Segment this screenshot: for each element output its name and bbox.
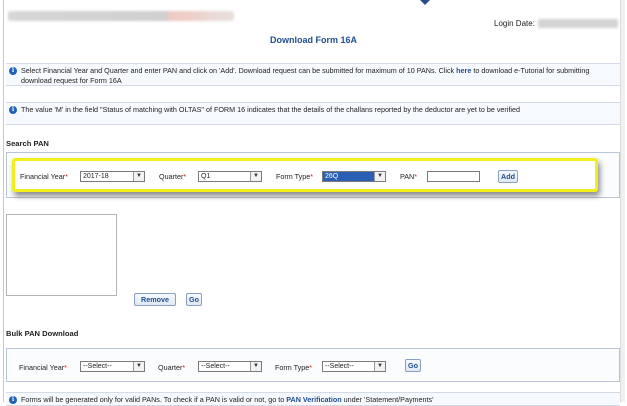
pan-listbox[interactable]	[6, 214, 117, 296]
bulk-quarter-label: Quarter*	[158, 363, 186, 372]
chevron-down-icon: ▼	[133, 362, 144, 371]
add-button[interactable]: Add	[498, 170, 518, 183]
select-value: 26Q	[325, 173, 339, 180]
info-message-text: The value 'M' in the field "Status of ma…	[21, 105, 520, 114]
remove-button[interactable]: Remove	[134, 293, 176, 306]
bulk-form-type-label: Form Type*	[275, 363, 313, 372]
bulk-financial-year-label: Financial Year*	[19, 363, 67, 372]
select-value: --Select--	[83, 363, 112, 370]
info-message-text: Select Financial Year and Quarter and en…	[21, 66, 612, 86]
select-value: Q1	[201, 173, 211, 180]
window-frame	[3, 0, 625, 402]
form-type-select[interactable]: 26Q ▼	[322, 171, 386, 182]
chevron-down-icon: ▼	[133, 172, 144, 181]
bulk-go-button[interactable]: Go	[405, 359, 421, 372]
chevron-down-icon: ▼	[374, 172, 385, 181]
select-value: 2017-18	[83, 173, 109, 180]
bulk-quarter-select[interactable]: --Select-- ▼	[198, 361, 262, 372]
caret-down-icon	[420, 0, 430, 5]
info-icon: i	[9, 67, 17, 75]
chevron-down-icon: ▼	[250, 362, 261, 371]
info-message-pan-verification: i Forms will be generated only for valid…	[6, 392, 620, 406]
login-date-redacted	[538, 19, 618, 28]
label-text: Form Type	[275, 363, 310, 372]
select-value: --Select--	[201, 363, 230, 370]
label-text: Quarter	[159, 172, 184, 181]
label-text: Form Type	[276, 172, 311, 181]
chevron-down-icon: ▼	[374, 362, 385, 371]
go-button[interactable]: Go	[186, 293, 202, 306]
info-icon: i	[9, 396, 17, 404]
organization-name-redacted	[8, 11, 234, 21]
info-text-part: Forms will be generated only for valid P…	[21, 395, 287, 404]
info-text-part: Select Financial Year and Quarter and en…	[21, 66, 457, 75]
chevron-down-icon: ▼	[250, 172, 261, 181]
pan-input[interactable]	[427, 171, 480, 182]
label-text: Financial Year	[20, 172, 66, 181]
page-title: Download Form 16A	[269, 35, 357, 45]
pan-verification-link[interactable]: PAN Verification	[286, 395, 341, 404]
label-text: PAN	[400, 172, 415, 181]
bulk-pan-panel: Financial Year* --Select-- ▼ Quarter* --S…	[6, 348, 620, 382]
form-type-label: Form Type*	[276, 172, 314, 181]
login-date-label: Login Date:	[494, 19, 535, 28]
financial-year-label: Financial Year*	[20, 172, 68, 181]
search-pan-title: Search PAN	[6, 139, 49, 148]
scrollbar[interactable]	[620, 0, 625, 402]
quarter-label: Quarter*	[159, 172, 187, 181]
info-icon: i	[9, 106, 17, 114]
search-pan-highlight: Financial Year* 2017-18 ▼ Quarter* Q1 ▼ Fo…	[12, 158, 598, 192]
bulk-pan-title: Bulk PAN Download	[6, 329, 79, 338]
bulk-form-type-select[interactable]: --Select-- ▼	[322, 361, 386, 372]
here-link[interactable]: here	[456, 66, 471, 75]
financial-year-select[interactable]: 2017-18 ▼	[80, 171, 145, 182]
info-message-oltas: i The value 'M' in the field "Status of …	[6, 102, 620, 125]
select-value: --Select--	[325, 363, 354, 370]
info-message-download: i Select Financial Year and Quarter and …	[6, 63, 620, 86]
info-text-part: under 'Statement/Payments'	[341, 395, 434, 404]
label-text: Quarter	[158, 363, 183, 372]
bulk-financial-year-select[interactable]: --Select-- ▼	[80, 361, 145, 372]
label-text: Financial Year	[19, 363, 65, 372]
info-message-text: Forms will be generated only for valid P…	[21, 395, 612, 405]
pan-label: PAN*	[400, 172, 418, 181]
quarter-select[interactable]: Q1 ▼	[198, 171, 262, 182]
